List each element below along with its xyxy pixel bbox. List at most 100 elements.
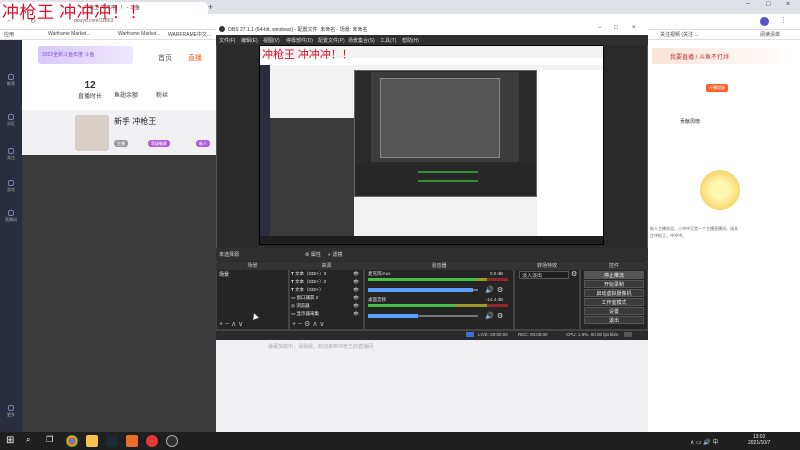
bookmark-item[interactable]: WARFRAME中文... (168, 31, 211, 38)
gear-icon[interactable]: ⚙ (497, 286, 503, 294)
reading-list[interactable]: 阅读清单 (760, 31, 780, 38)
chat-hint-text: 弹幕加载中，请稍候，欢迎来到冲枪王的直播间 (268, 344, 374, 350)
transition-select[interactable]: 淡入淡出 (519, 271, 569, 279)
move-down-icon[interactable]: ∨ (319, 321, 324, 328)
stop-streaming-button[interactable]: 停止推流 (584, 271, 644, 279)
add-icon[interactable]: + (292, 321, 296, 328)
maximize-button[interactable]: □ (766, 1, 770, 8)
obs-taskbar-icon[interactable] (166, 435, 178, 447)
virtual-camera-button[interactable]: 启动虚拟摄像机 (584, 289, 644, 297)
bookmark-item[interactable]: 关注视频 (关注 ... (660, 31, 699, 38)
menu-profile[interactable]: 配置文件(P) (318, 37, 345, 44)
remove-icon[interactable]: − (225, 321, 229, 328)
scenes-dock-footer: + − ∧ ∨ (216, 320, 289, 330)
app-taskbar-icon[interactable] (126, 435, 138, 447)
taskbar-clock[interactable]: 13:02 2021/10/7 (748, 434, 770, 446)
source-item[interactable]: T 文本（GDI+） 👁 (291, 287, 361, 294)
chrome-menu-icon[interactable]: ⋮ (780, 16, 787, 24)
right-ad-banner[interactable]: 我要直播 / 斗鱼不打烊 (652, 48, 792, 64)
sources-dock-title: 来源 (289, 262, 364, 270)
obs-close-button[interactable]: × (632, 25, 636, 31)
speaker-icon[interactable]: 🔊 (485, 286, 494, 294)
menu-view[interactable]: 视图(V) (263, 37, 280, 44)
volume-slider[interactable] (368, 288, 478, 292)
menu-docks[interactable]: 停靠部件(D) (286, 37, 313, 44)
mixer-channel-name: 桌面音频 (368, 297, 386, 302)
stat-item: ​粉丝 (155, 93, 168, 99)
source-item[interactable]: T 文本（GDI+）3 👁 (291, 271, 361, 278)
obs-maximize-button[interactable]: □ (614, 25, 618, 31)
volume-slider[interactable] (368, 314, 478, 318)
speaker-icon[interactable]: 🔊 (485, 312, 494, 320)
nested-capture (380, 78, 500, 158)
move-up-icon[interactable]: ∧ (312, 321, 317, 328)
nav-home[interactable]: 首页 (158, 53, 172, 63)
streamer-avatar[interactable] (75, 115, 109, 151)
sidebar-item-more[interactable]: 更多 (4, 405, 18, 419)
studio-mode-button[interactable]: 工作室模式 (584, 298, 644, 306)
volume-level-fill (368, 278, 477, 281)
menu-scene-collection[interactable]: 场景集合(S) (348, 37, 375, 44)
file-explorer-icon[interactable] (86, 435, 98, 447)
mixer-channel-db: 0.0 dB (490, 271, 504, 276)
move-up-icon[interactable]: ∧ (231, 321, 236, 328)
video-player[interactable] (22, 155, 216, 432)
gear-icon[interactable]: ⚙ (304, 321, 310, 328)
visibility-icon: 👁 (353, 303, 359, 308)
menu-help[interactable]: 帮助(H) (402, 37, 419, 44)
visibility-icon: 👁 (353, 279, 359, 284)
steam-icon[interactable] (106, 435, 118, 447)
nav-live[interactable]: 直播 (188, 53, 202, 63)
search-icon[interactable]: ⌕ (26, 435, 30, 445)
source-item[interactable]: T 文本（GDI+）2 👁 (291, 279, 361, 286)
gear-icon[interactable]: ⚙ (571, 270, 577, 278)
bookmark-item[interactable]: Warframe Market... (118, 31, 161, 37)
sidebar-item-recommend[interactable]: 推荐 (4, 74, 18, 88)
source-toolbar (216, 248, 648, 261)
nested-meter (418, 180, 478, 182)
bitrate-indicator-icon (624, 332, 632, 337)
netease-music-icon[interactable] (146, 435, 158, 447)
badge: 新人 (196, 140, 210, 147)
overlay-text: 冲枪王 冲冲冲！！ (2, 3, 147, 22)
sidebar-item-category[interactable]: 分区 (4, 114, 18, 128)
no-source-label: 未选择源 (219, 252, 240, 258)
streamer-name: 新手 冲枪王 (114, 117, 157, 126)
bookmark-item[interactable]: Warframe Market... (48, 31, 91, 37)
menu-tools[interactable]: 工具(T) (380, 37, 396, 44)
close-button[interactable]: × (786, 1, 790, 8)
tray-icons[interactable]: ∧ ▭ 🔊 中 (690, 437, 719, 446)
remind-button[interactable]: 开播提醒 (706, 84, 728, 92)
source-item[interactable]: ▭ 窗口捕获 2 👁 (291, 295, 361, 302)
site-logo[interactable]: 2022全新斗鱼年度 斗鱼 (38, 46, 133, 64)
start-recording-button[interactable]: 开始录制 (584, 280, 644, 288)
bookmark-apps[interactable]: 应用 (4, 31, 14, 38)
filters-button[interactable]: ◐ 滤镜 (328, 251, 342, 258)
rec-timer: REC: 00:00:00 (518, 332, 548, 337)
sidebar-item-follow[interactable]: 关注 (4, 148, 18, 162)
menu-file[interactable]: 文件(F) (219, 37, 235, 44)
windows-start-icon[interactable]: ⊞ (6, 435, 14, 446)
minimize-button[interactable]: − (746, 1, 750, 8)
scene-item[interactable]: 场景 (217, 271, 288, 278)
obs-minimize-button[interactable]: − (598, 25, 602, 31)
source-item[interactable]: ◎ 浏览器 👁 (291, 303, 361, 310)
profile-avatar-icon[interactable] (760, 17, 769, 26)
chrome-taskbar-icon[interactable] (66, 435, 78, 447)
sidebar-item-games[interactable]: 游戏 (4, 180, 18, 194)
exit-button[interactable]: 退出 (584, 316, 644, 324)
new-tab-button[interactable]: + (208, 2, 213, 12)
visibility-icon: 👁 (353, 295, 359, 300)
menu-edit[interactable]: 编辑(E) (241, 37, 258, 44)
source-item[interactable]: ▭ 显示器采集 👁 (291, 311, 361, 318)
add-icon[interactable]: + (219, 321, 223, 328)
properties-button[interactable]: ⚙ 属性 (305, 251, 321, 258)
gear-icon[interactable]: ⚙ (497, 312, 503, 320)
settings-button[interactable]: 设置 (584, 307, 644, 315)
task-view-icon[interactable]: ❒ (46, 435, 53, 444)
sidebar-item-room[interactable]: 直播间 (4, 210, 18, 224)
live-timer: LIVE: 00:00:00 (478, 332, 508, 337)
move-down-icon[interactable]: ∨ (238, 321, 243, 328)
remove-icon[interactable]: − (298, 321, 302, 328)
preview-player (270, 118, 354, 236)
